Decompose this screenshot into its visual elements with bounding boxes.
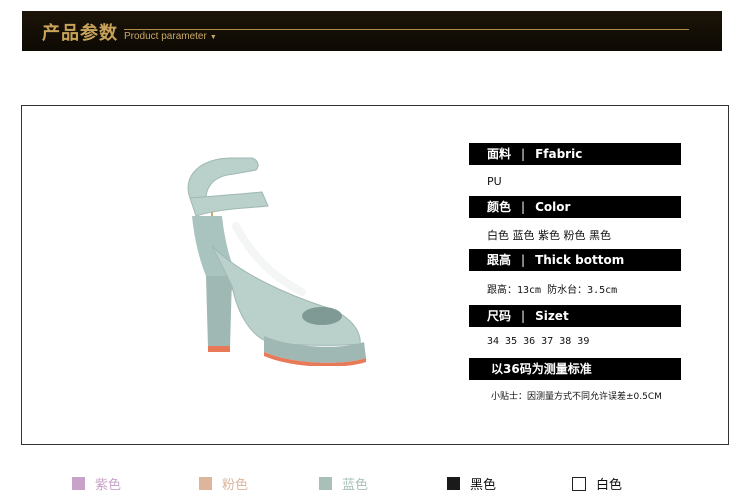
banner-divider	[124, 29, 689, 30]
swatch-label: 白色	[596, 478, 623, 493]
measurement-note: 小贴士：因测量方式不同允许误差±0.5CM	[491, 392, 662, 402]
banner-title: 产品参数	[42, 23, 118, 44]
swatch-box	[72, 477, 85, 490]
swatch-blue[interactable]: 蓝色	[319, 473, 369, 493]
param-label-cn: 颜色	[487, 200, 512, 214]
param-label-cn: 面料	[487, 147, 512, 161]
param-bar-color: 颜色 | Color	[469, 196, 681, 218]
param-value-size: 34 35 36 37 38 39	[487, 336, 590, 347]
swatch-box	[447, 477, 460, 490]
color-swatch-row: 紫色 粉色 蓝色 黑色 白色	[0, 470, 750, 493]
separator: |	[521, 147, 526, 161]
header-banner: 产品参数 Product parameter ▼	[22, 11, 722, 51]
swatch-label: 黑色	[470, 478, 497, 493]
param-bar-fabric: 面料 | Ffabric	[469, 143, 681, 165]
standard-bar: 以36码为测量标准	[469, 358, 681, 380]
swatch-box	[199, 477, 212, 490]
swatch-box	[319, 477, 332, 490]
swatch-label: 蓝色	[342, 478, 369, 493]
swatch-pink[interactable]: 粉色	[199, 473, 249, 493]
product-frame: 面料 | Ffabric PU 颜色 | Color 白色 蓝色 紫色 粉色 黑色 跟高…	[21, 105, 729, 445]
swatch-white[interactable]: 白色	[572, 473, 623, 493]
swatch-label: 紫色	[95, 478, 122, 493]
param-label-cn: 尺码	[487, 309, 512, 323]
separator: |	[521, 253, 526, 267]
swatch-black[interactable]: 黑色	[447, 473, 497, 493]
param-value-fabric: PU	[487, 175, 502, 188]
param-value-heel: 跟高：13cm 防水台：3.5cm	[487, 285, 618, 296]
separator: |	[521, 200, 526, 214]
swatch-label: 粉色	[222, 478, 249, 493]
param-label-cn: 跟高	[487, 253, 512, 267]
banner-subtitle: Product parameter ▼	[124, 31, 217, 42]
param-bar-size: 尺码 | Sizet	[469, 305, 681, 327]
product-image	[172, 136, 372, 367]
banner-subtitle-text: Product parameter	[124, 31, 207, 42]
swatch-purple[interactable]: 紫色	[72, 473, 122, 493]
separator: |	[521, 309, 526, 323]
arrow-down-icon: ▼	[209, 34, 217, 41]
param-label-en: Sizet	[535, 309, 569, 323]
swatch-box	[572, 476, 586, 491]
param-label-en: Thick bottom	[535, 253, 625, 267]
param-bar-heel: 跟高 | Thick bottom	[469, 249, 681, 271]
param-label-en: Ffabric	[535, 147, 583, 161]
param-label-en: Color	[535, 200, 571, 214]
sandal-illustration	[187, 157, 366, 367]
param-value-color: 白色 蓝色 紫色 粉色 黑色	[487, 229, 611, 242]
